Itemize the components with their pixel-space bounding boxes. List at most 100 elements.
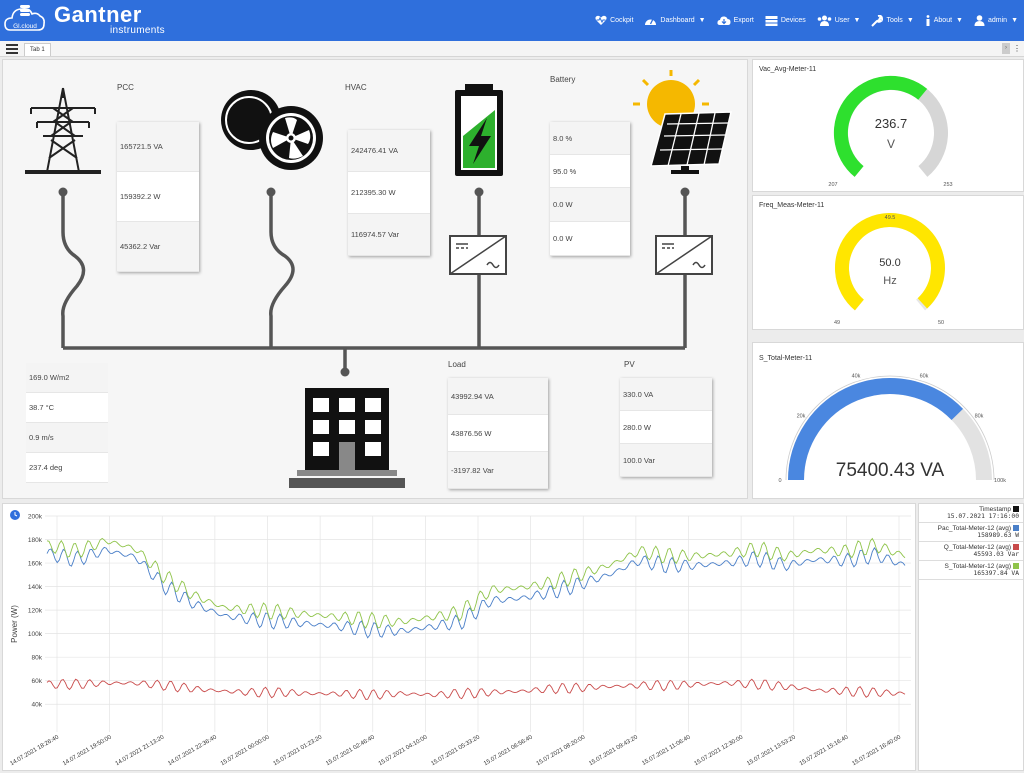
- legend-series-item[interactable]: S_Total-Meter-12 (avg) 165397.84 VA: [919, 561, 1023, 580]
- nav-label: Cockpit: [610, 17, 634, 24]
- nav-label: About: [933, 17, 953, 24]
- user-icon: [974, 15, 988, 26]
- hvac-values: 242476.41 VA 212395.30 W 116974.57 Var: [348, 130, 430, 256]
- pv-reactive-power: 100.0 Var: [620, 444, 712, 477]
- s-total-gauge-panel: S_Total-Meter-11 75400.43 VA 0 20k 40k 60k 8…: [752, 342, 1024, 499]
- brand-subtitle: instruments: [110, 25, 165, 36]
- chart-x-tick-label: 15.07.2021 11:06:40: [641, 734, 692, 767]
- load-active-power: 43876.56 W: [448, 415, 548, 452]
- vac-gauge-value: 236.7: [875, 116, 908, 131]
- chart-x-tick-label: 15.07.2021 16:40:00: [851, 734, 902, 767]
- load-reactive-power: -3197.82 Var: [448, 452, 548, 489]
- legend-series-item[interactable]: Pac_Total-Meter-12 (avg) 158989.63 W: [919, 523, 1023, 542]
- caret-down-icon: ▼: [1011, 17, 1018, 24]
- freq-gauge-max: 50: [938, 320, 944, 326]
- weather-irradiance: 169.0 W/m2: [26, 363, 108, 393]
- legend-timestamp-value: 15.07.2021 17:16:00: [946, 513, 1019, 520]
- nav-about-button[interactable]: About ▼: [925, 15, 963, 26]
- nav-user-button[interactable]: User ▼: [817, 15, 860, 26]
- brand-logo[interactable]: Gantner instruments: [54, 3, 165, 37]
- power-chart: 200k 180k 160k 140k 120k 100k 80k 60k 40k 14.07.…: [9, 510, 911, 767]
- chart-y-tick-label: 120k: [28, 608, 43, 615]
- chart-x-tick-label: 15.07.2021 13:53:20: [746, 734, 797, 767]
- nav-menu: Cockpit Dashboard ▼ Export Devices User ▼ Tools…: [584, 0, 1018, 41]
- hvac-fan-icon: [221, 90, 323, 170]
- freq-gauge-panel: Freq_Meas-Meter-11 50.0 Hz 49 50 49.5: [752, 195, 1024, 330]
- hvac-label: HVAC: [345, 83, 367, 92]
- nav-label: Export: [733, 17, 754, 24]
- weather-temperature: 38.7 °C: [26, 393, 108, 423]
- legend-series-value: 165397.84 VA: [973, 570, 1020, 577]
- nav-devices-button[interactable]: Devices: [765, 15, 806, 26]
- battery-power-1: 0.0 W: [550, 188, 630, 222]
- nav-admin-button[interactable]: admin ▼: [974, 15, 1018, 26]
- info-icon: [925, 15, 934, 26]
- s-total-tick-label: 80k: [975, 413, 984, 419]
- freq-gauge: 50.0 Hz 49 50 49.5: [834, 213, 945, 326]
- battery-icon: [455, 84, 503, 176]
- tab-scroll-right-icon[interactable]: ›: [1002, 43, 1010, 54]
- tab-menu-icon[interactable]: ⋮: [1012, 43, 1022, 54]
- cloud-logo-icon[interactable]: Gl.cloud: [4, 3, 46, 37]
- power-chart-panel: 200k 180k 160k 140k 120k 100k 80k 60k 40k 14.07.…: [2, 503, 916, 771]
- chart-x-tick-label: 15.07.2021 00:00:00: [220, 734, 271, 767]
- hamburger-menu-icon[interactable]: [6, 44, 18, 54]
- load-apparent-power: 43992.94 VA: [448, 378, 548, 415]
- nav-label: Dashboard: [660, 17, 695, 24]
- legend-series-item[interactable]: Q_Total-Meter-12 (avg) 45593.03 Var: [919, 542, 1023, 561]
- pcc-label: PCC: [117, 83, 134, 92]
- nav-label: Devices: [780, 17, 806, 24]
- tab-bar: Tab 1 › ⋮: [0, 41, 1024, 57]
- chart-x-tick-label: 15.07.2021 06:56:40: [483, 734, 534, 767]
- chart-x-tick-label: 14.07.2021 21:13:20: [115, 734, 166, 767]
- chart-y-tick-label: 140k: [28, 584, 43, 591]
- hvac-reactive-power: 116974.57 Var: [348, 214, 430, 256]
- building-icon: [289, 388, 405, 488]
- chart-series-line-1: [46, 678, 906, 700]
- load-label: Load: [448, 360, 466, 369]
- s-total-tick-label: 20k: [797, 413, 806, 419]
- s-total-tick-label: 100k: [994, 478, 1006, 484]
- legend-series-name: Pac_Total-Meter-12 (avg): [937, 525, 1011, 532]
- load-values: 43992.94 VA 43876.56 W -3197.82 Var: [448, 378, 548, 489]
- legend-color-swatch: [1013, 544, 1019, 551]
- legend-timestamp: Timestamp 15.07.2021 17:16:00: [919, 504, 1023, 523]
- nav-label: admin: [987, 17, 1008, 24]
- cloud-download-icon: [717, 15, 734, 26]
- chart-y-tick-label: 180k: [28, 537, 43, 544]
- gauge-icon: [644, 15, 660, 26]
- s-total-gauge-value: 75400.43 VA: [836, 460, 945, 481]
- legend-color-swatch: [1013, 563, 1019, 570]
- nav-cockpit-button[interactable]: Cockpit: [595, 15, 633, 26]
- nav-label: User: [834, 17, 850, 24]
- pcc-active-power: 159392.2 W: [117, 172, 199, 222]
- pv-values: 330.0 VA 280.0 W 100.0 Var: [620, 378, 712, 477]
- freq-gauge-unit: Hz: [883, 275, 896, 287]
- chart-series-line-2: [46, 537, 906, 629]
- hvac-line: [269, 192, 295, 348]
- chart-x-tick-label: 15.07.2021 09:43:20: [588, 734, 639, 767]
- heart-pulse-icon: [595, 15, 610, 26]
- vac-gauge-max: 253: [943, 182, 952, 188]
- tab-1[interactable]: Tab 1: [24, 43, 51, 56]
- hvac-active-power: 212395.30 W: [348, 172, 430, 214]
- s-total-tick-label: 40k: [852, 373, 861, 379]
- hvac-apparent-power: 242476.41 VA: [348, 130, 430, 172]
- chart-series-line-0: [46, 546, 906, 639]
- pv-inverter-icon: [655, 235, 713, 275]
- top-navbar: Gl.cloud Gantner instruments Cockpit Dash…: [0, 0, 1024, 41]
- chart-y-tick-label: 200k: [28, 514, 43, 521]
- chart-x-tick-label: 14.07.2021 18:26:40: [9, 734, 60, 767]
- chart-x-tick-label: 15.07.2021 01:23:20: [272, 734, 323, 767]
- nav-tools-button[interactable]: Tools ▼: [871, 14, 914, 27]
- nav-dashboard-button[interactable]: Dashboard ▼: [644, 15, 706, 26]
- chart-y-axis-label: Power (W): [10, 605, 19, 643]
- vac-gauge-unit: V: [887, 137, 895, 151]
- battery-power-2: 0.0 W: [550, 222, 630, 256]
- vac-gauge-panel: Vac_Avg-Meter-11 236.7 V 207 253: [752, 59, 1024, 192]
- pv-active-power: 280.0 W: [620, 411, 712, 444]
- chart-y-tick-label: 100k: [28, 631, 43, 638]
- chart-x-tick-label: 14.07.2021 22:36:40: [167, 734, 218, 767]
- nav-export-button[interactable]: Export: [717, 15, 754, 26]
- legend-timestamp-label: Timestamp: [979, 506, 1011, 513]
